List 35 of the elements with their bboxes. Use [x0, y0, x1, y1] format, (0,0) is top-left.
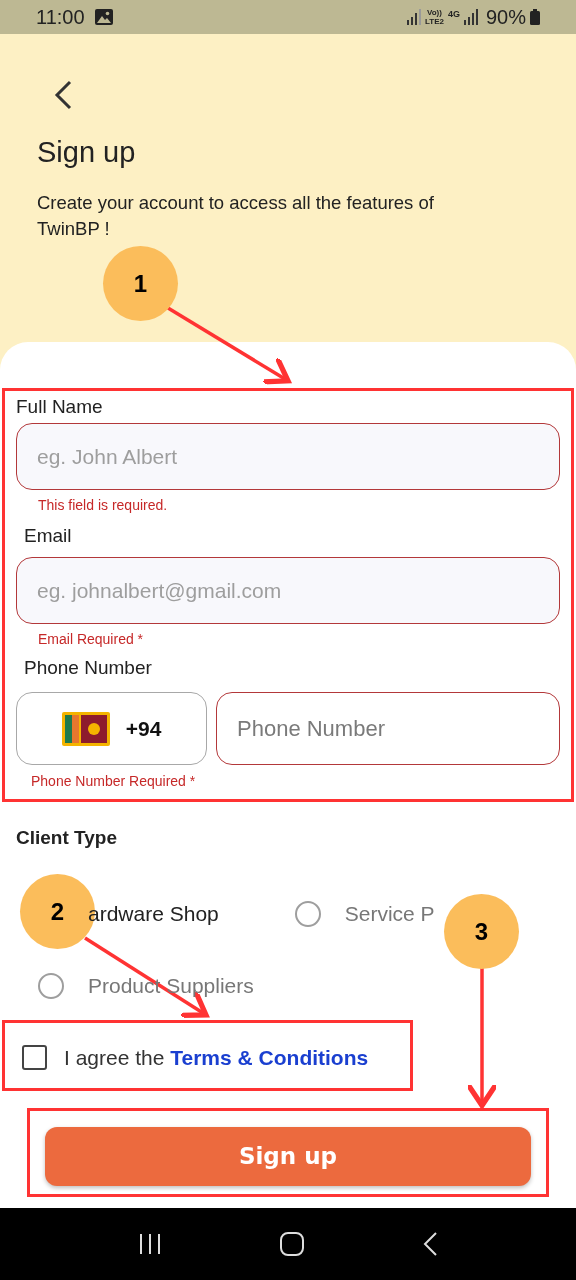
page-description: Create your account to access all the features of TwinBP ! [37, 191, 435, 241]
network-label: 4G [447, 8, 460, 21]
battery-icon [530, 9, 540, 25]
radio-label[interactable]: Service P [344, 901, 435, 927]
field-label: Phone Number [24, 657, 153, 679]
terms-text: I agree the Terms & Conditions [64, 1045, 369, 1071]
radio-button[interactable] [294, 901, 321, 927]
clock: 11:00 [36, 5, 85, 30]
country-code: +94 [125, 715, 162, 742]
phone-number-field[interactable]: Phone Number [216, 692, 560, 765]
error-message: Phone Number Required * [31, 772, 197, 790]
country-code-picker[interactable]: +94 [16, 692, 207, 765]
back-icon[interactable] [53, 80, 73, 110]
error-message: This field is required. [38, 496, 169, 514]
field-label: Email [24, 525, 73, 547]
radio-button[interactable] [38, 973, 64, 999]
signal-icon [463, 9, 478, 25]
field-label: Full Name [16, 396, 104, 418]
radio-label[interactable]: Product Suppliers [88, 973, 254, 999]
page-title: Sign up [37, 135, 137, 170]
checkbox[interactable] [22, 1045, 47, 1071]
image-icon [94, 9, 113, 25]
section-title: Client Type [16, 827, 118, 849]
volte-label: Vo)) [427, 8, 442, 17]
recent-apps-icon[interactable] [138, 1232, 163, 1256]
text-field[interactable]: eg. John Albert [16, 423, 560, 490]
text-field[interactable]: eg. johnalbert@gmail.com [16, 557, 560, 624]
volte-label: LTE2 [425, 17, 444, 26]
flag-icon [61, 711, 110, 746]
error-message: Email Required * [38, 630, 145, 648]
terms-link[interactable]: Terms & Conditions [170, 1046, 369, 1069]
back-icon[interactable] [421, 1231, 438, 1257]
battery-level: 90% [485, 5, 526, 30]
home-icon[interactable] [279, 1231, 305, 1257]
signal-icon [407, 9, 421, 25]
